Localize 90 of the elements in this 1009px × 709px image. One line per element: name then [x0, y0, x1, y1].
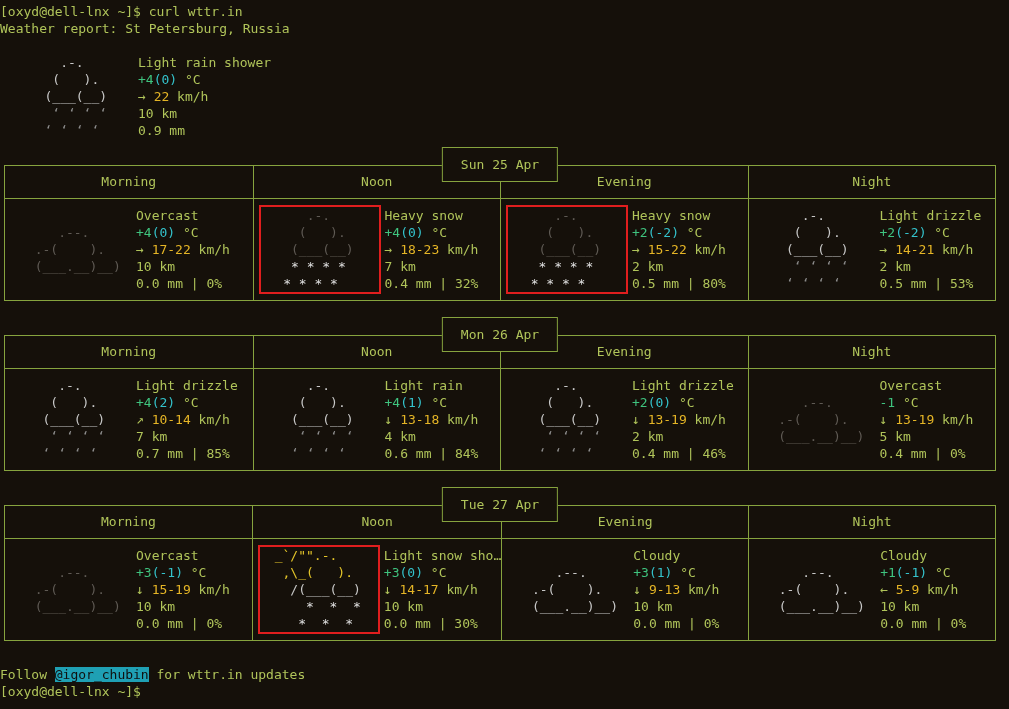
- precipitation-reading: 0.4 mm | 0%: [879, 445, 966, 462]
- temperature-reading: +3(1) °C: [633, 564, 696, 581]
- visibility-reading: 5 km: [879, 428, 911, 445]
- weather-condition: Light snow sho…: [383, 547, 502, 564]
- wind-reading: ↓ 13-18 km/h: [384, 411, 479, 428]
- visibility-reading: 10 km: [138, 105, 178, 122]
- snow-cloud-ascii-art: .-. ( ). (___(__) * * * * * * * *: [258, 205, 381, 294]
- weather-condition: Light rain shower: [138, 54, 272, 71]
- visibility-reading: 10 km: [633, 598, 673, 615]
- rain-cloud-ascii-art: .-. ( ). (___(__) ‘ ‘ ‘ ‘ ‘ ‘ ‘ ‘: [289, 377, 355, 463]
- precipitation-reading: 0.5 mm | 80%: [632, 275, 726, 292]
- wind-reading: ↓ 13-19 km/h: [879, 411, 974, 428]
- wind-reading: → 17-22 km/h: [136, 241, 230, 258]
- visibility-reading: 2 km: [879, 258, 911, 275]
- sun-snow-cloud-ascii-art: _`/"".-. ,\_( ). /(___(__) * * * * * *: [257, 545, 380, 634]
- wind-reading: ↓ 9-13 km/h: [633, 581, 720, 598]
- temperature-reading: +4(0) °C: [136, 224, 199, 241]
- period-header: Night: [748, 506, 995, 539]
- wind-reading: ← 5-9 km/h: [880, 581, 959, 598]
- visibility-reading: 10 km: [136, 258, 176, 275]
- visibility-reading: 7 km: [136, 428, 168, 445]
- overcast-cloud-ascii-art: .--. .-( ). (___.__)__): [33, 564, 122, 616]
- temperature-reading: +2(-2) °C: [879, 224, 950, 241]
- wind-reading: → 15-22 km/h: [632, 241, 726, 258]
- weather-condition: Overcast: [879, 377, 943, 394]
- period-header: Night: [747, 166, 995, 199]
- weather-condition: Light drizzle: [136, 377, 238, 394]
- temperature-reading: -1 °C: [879, 394, 919, 411]
- temperature-reading: +3(0) °C: [383, 564, 447, 581]
- precipitation-reading: 0.0 mm | 30%: [383, 615, 478, 632]
- precipitation-reading: 0.0 mm | 0%: [136, 275, 223, 292]
- overcast-cloud-ascii-art: .--. .-( ). (___.__)__): [33, 224, 122, 276]
- visibility-reading: 10 km: [383, 598, 423, 615]
- report-title: Weather report: St Petersburg, Russia: [0, 20, 290, 37]
- visibility-reading: 2 km: [632, 428, 664, 445]
- wind-reading: → 14-21 km/h: [879, 241, 974, 258]
- weather-condition: Cloudy: [880, 547, 928, 564]
- weather-condition: Heavy snow: [384, 207, 463, 224]
- twitter-handle-link[interactable]: @igor_chubin: [54, 667, 149, 682]
- rain-cloud-ascii-art: .-. ( ). (___(__) ‘ ‘ ‘ ‘ ‘ ‘ ‘ ‘: [43, 54, 109, 140]
- rain-cloud-ascii-art: .-. ( ). (___(__) ‘ ‘ ‘ ‘ ‘ ‘ ‘ ‘: [784, 207, 850, 293]
- visibility-reading: 7 km: [384, 258, 416, 275]
- shell-prompt: [oxyd@dell-lnx ~]$: [0, 683, 141, 700]
- visibility-reading: 2 km: [632, 258, 664, 275]
- period-header: Morning: [5, 506, 252, 539]
- cloud-ascii-art: .--. .-( ). (___.__)__): [530, 564, 619, 616]
- precipitation-reading: 0.4 mm | 46%: [632, 445, 726, 462]
- overcast-cloud-ascii-art: .--. .-( ). (___.__)__): [777, 394, 866, 446]
- shell-command: [oxyd@dell-lnx ~]$ curl wttr.in: [0, 3, 243, 20]
- temperature-reading: +4(2) °C: [136, 394, 199, 411]
- cloud-ascii-art: .--. .-( ). (___.__)__): [777, 564, 866, 616]
- weather-condition: Heavy snow: [632, 207, 711, 224]
- precipitation-reading: 0.0 mm | 0%: [880, 615, 967, 632]
- temperature-reading: +2(-2) °C: [632, 224, 703, 241]
- visibility-reading: 4 km: [384, 428, 416, 445]
- precipitation-reading: 0.6 mm | 84%: [384, 445, 479, 462]
- wind-reading: → 22 km/h: [138, 88, 209, 105]
- wind-reading: ↓ 15-19 km/h: [136, 581, 230, 598]
- precipitation-reading: 0.0 mm | 0%: [136, 615, 223, 632]
- visibility-reading: 10 km: [136, 598, 176, 615]
- weather-condition: Cloudy: [633, 547, 681, 564]
- date-label: Tue 27 Apr: [441, 487, 559, 522]
- rain-cloud-ascii-art: .-. ( ). (___(__) ‘ ‘ ‘ ‘ ‘ ‘ ‘ ‘: [537, 377, 603, 463]
- weather-condition: Light drizzle: [632, 377, 734, 394]
- wind-reading: ↗ 10-14 km/h: [136, 411, 230, 428]
- temperature-reading: +3(-1) °C: [136, 564, 207, 581]
- precipitation-reading: 0.4 mm | 32%: [384, 275, 479, 292]
- follow-message: Follow @igor_chubin for wttr.in updates: [0, 666, 306, 683]
- temperature-reading: +4(0) °C: [384, 224, 448, 241]
- temperature-reading: +2(0) °C: [632, 394, 695, 411]
- wind-reading: ↓ 14-17 km/h: [383, 581, 478, 598]
- temperature-reading: +4(1) °C: [384, 394, 448, 411]
- weather-condition: Overcast: [136, 207, 199, 224]
- weather-condition: Overcast: [136, 547, 199, 564]
- wind-reading: ↓ 13-19 km/h: [632, 411, 726, 428]
- snow-cloud-ascii-art: .-. ( ). (___(__) * * * * * * * *: [506, 205, 628, 294]
- precipitation-reading: 0.5 mm | 53%: [879, 275, 974, 292]
- wind-reading: → 18-23 km/h: [384, 241, 479, 258]
- temperature-reading: +1(-1) °C: [880, 564, 951, 581]
- visibility-reading: 10 km: [880, 598, 920, 615]
- period-header: Night: [747, 336, 995, 369]
- period-header: Morning: [5, 336, 253, 369]
- period-header: Morning: [5, 166, 253, 199]
- weather-condition: Light drizzle: [879, 207, 982, 224]
- precipitation-reading: 0.9 mm: [138, 122, 185, 139]
- precipitation-reading: 0.7 mm | 85%: [136, 445, 230, 462]
- rain-cloud-ascii-art: .-. ( ). (___(__) ‘ ‘ ‘ ‘ ‘ ‘ ‘ ‘: [41, 377, 107, 463]
- temperature-reading: +4(0) °C: [138, 71, 201, 88]
- weather-condition: Light rain: [384, 377, 463, 394]
- precipitation-reading: 0.0 mm | 0%: [633, 615, 720, 632]
